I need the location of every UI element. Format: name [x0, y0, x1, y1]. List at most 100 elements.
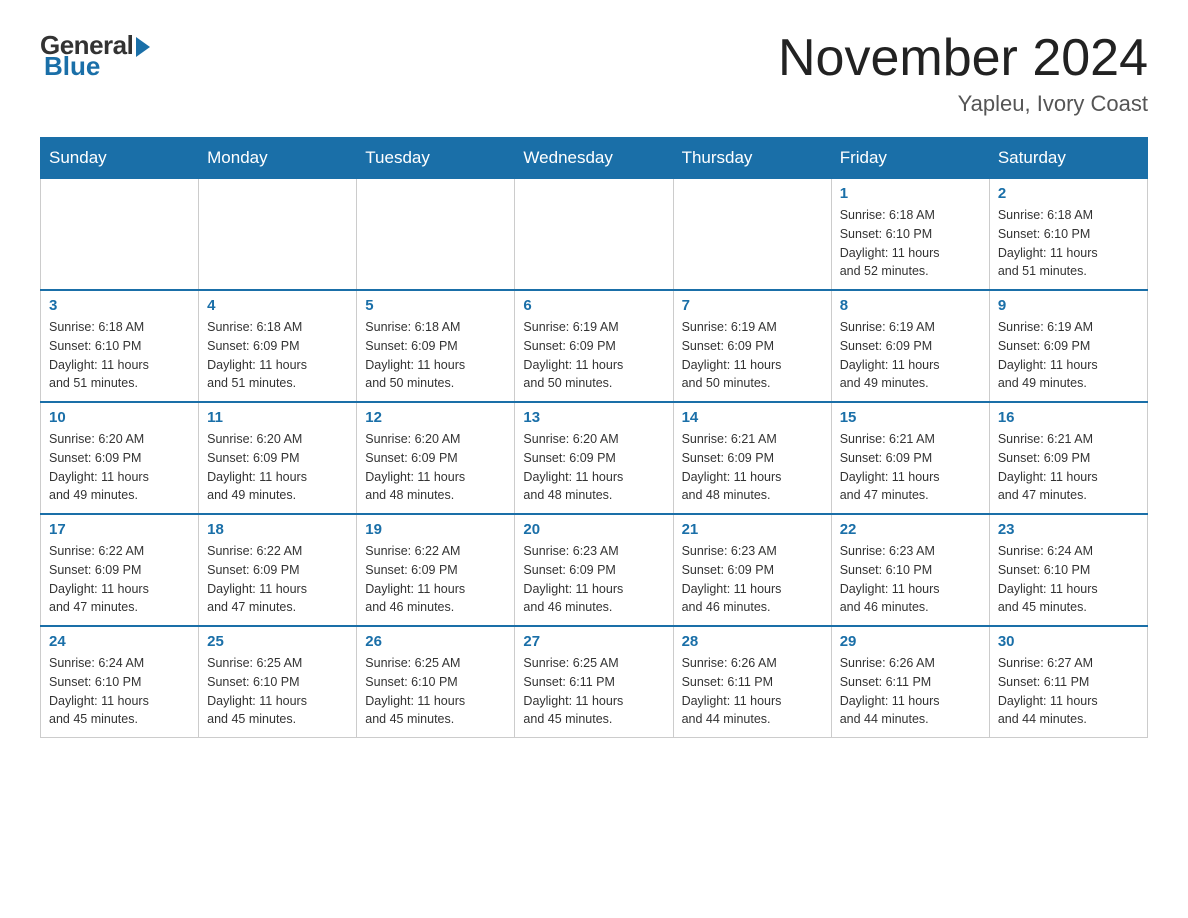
- weekday-header-tuesday: Tuesday: [357, 138, 515, 179]
- calendar-cell: 13 Sunrise: 6:20 AMSunset: 6:09 PMDayligh…: [515, 402, 673, 514]
- calendar-cell: 30 Sunrise: 6:27 AMSunset: 6:11 PMDayligh…: [989, 626, 1147, 738]
- day-number: 11: [207, 409, 348, 426]
- day-info: Sunrise: 6:21 AMSunset: 6:09 PMDaylight:…: [682, 430, 823, 505]
- calendar-cell: 17Sunrise: 6:22 AMSunset: 6:09 PMDayligh…: [41, 514, 199, 626]
- day-info: Sunrise: 6:19 AMSunset: 6:09 PMDaylight:…: [682, 318, 823, 393]
- calendar-cell: 29 Sunrise: 6:26 AMSunset: 6:11 PMDayligh…: [831, 626, 989, 738]
- calendar-cell: 28 Sunrise: 6:26 AMSunset: 6:11 PMDayligh…: [673, 626, 831, 738]
- day-info: Sunrise: 6:18 AMSunset: 6:09 PMDaylight:…: [365, 318, 506, 393]
- day-info: Sunrise: 6:22 AMSunset: 6:09 PMDaylight:…: [207, 542, 348, 617]
- day-info: Sunrise: 6:23 AMSunset: 6:09 PMDaylight:…: [523, 542, 664, 617]
- day-number: 15: [840, 409, 981, 426]
- calendar-cell: 7 Sunrise: 6:19 AMSunset: 6:09 PMDaylight…: [673, 290, 831, 402]
- day-info: Sunrise: 6:18 AMSunset: 6:10 PMDaylight:…: [998, 206, 1139, 281]
- weekday-header-thursday: Thursday: [673, 138, 831, 179]
- calendar-cell: 20 Sunrise: 6:23 AMSunset: 6:09 PMDayligh…: [515, 514, 673, 626]
- day-info: Sunrise: 6:25 AMSunset: 6:11 PMDaylight:…: [523, 654, 664, 729]
- day-number: 10: [49, 409, 190, 426]
- calendar-cell: 8 Sunrise: 6:19 AMSunset: 6:09 PMDaylight…: [831, 290, 989, 402]
- day-number: 17: [49, 521, 190, 538]
- weekday-header-friday: Friday: [831, 138, 989, 179]
- calendar-cell: 23 Sunrise: 6:24 AMSunset: 6:10 PMDayligh…: [989, 514, 1147, 626]
- calendar-cell: 4Sunrise: 6:18 AMSunset: 6:09 PMDaylight…: [199, 290, 357, 402]
- week-row-2: 3 Sunrise: 6:18 AMSunset: 6:10 PMDaylight…: [41, 290, 1148, 402]
- week-row-4: 17 Sunrise: 6:22 AMSunset: 6:09 PMDayligh…: [41, 514, 1148, 626]
- logo-blue-text: Blue: [44, 51, 100, 82]
- day-number: 5: [365, 297, 506, 314]
- calendar-cell: 9Sunrise: 6:19 AMSunset: 6:09 PMDaylight…: [989, 290, 1147, 402]
- day-info: Sunrise: 6:18 AMSunset: 6:09 PMDaylight:…: [207, 318, 348, 393]
- day-info: Sunrise: 6:23 AMSunset: 6:09 PMDaylight:…: [682, 542, 823, 617]
- day-number: 18: [207, 521, 348, 538]
- day-number: 22: [840, 521, 981, 538]
- calendar-cell: 10 Sunrise: 6:20 AMSunset: 6:09 PMDayligh…: [41, 402, 199, 514]
- calendar-cell: [515, 179, 673, 291]
- day-info: Sunrise: 6:27 AMSunset: 6:11 PMDaylight:…: [998, 654, 1139, 729]
- day-info: Sunrise: 6:24 AMSunset: 6:10 PMDaylight:…: [49, 654, 190, 729]
- day-info: Sunrise: 6:19 AMSunset: 6:09 PMDaylight:…: [840, 318, 981, 393]
- day-info: Sunrise: 6:25 AMSunset: 6:10 PMDaylight:…: [365, 654, 506, 729]
- calendar-cell: 11Sunrise: 6:20 AMSunset: 6:09 PMDayligh…: [199, 402, 357, 514]
- day-info: Sunrise: 6:21 AMSunset: 6:09 PMDaylight:…: [998, 430, 1139, 505]
- calendar-cell: 21 Sunrise: 6:23 AMSunset: 6:09 PMDayligh…: [673, 514, 831, 626]
- day-number: 3: [49, 297, 190, 314]
- day-number: 24: [49, 633, 190, 650]
- day-number: 9: [998, 297, 1139, 314]
- day-number: 6: [523, 297, 664, 314]
- day-number: 29: [840, 633, 981, 650]
- calendar-cell: 6 Sunrise: 6:19 AMSunset: 6:09 PMDaylight…: [515, 290, 673, 402]
- day-number: 13: [523, 409, 664, 426]
- day-number: 21: [682, 521, 823, 538]
- page-subtitle: Yapleu, Ivory Coast: [778, 91, 1148, 117]
- title-block: November 2024 Yapleu, Ivory Coast: [778, 30, 1148, 117]
- day-info: Sunrise: 6:20 AMSunset: 6:09 PMDaylight:…: [49, 430, 190, 505]
- day-info: Sunrise: 6:24 AMSunset: 6:10 PMDaylight:…: [998, 542, 1139, 617]
- day-info: Sunrise: 6:20 AMSunset: 6:09 PMDaylight:…: [365, 430, 506, 505]
- day-number: 16: [998, 409, 1139, 426]
- day-number: 14: [682, 409, 823, 426]
- calendar-table: SundayMondayTuesdayWednesdayThursdayFrid…: [40, 137, 1148, 738]
- day-info: Sunrise: 6:18 AMSunset: 6:10 PMDaylight:…: [840, 206, 981, 281]
- day-number: 28: [682, 633, 823, 650]
- day-info: Sunrise: 6:19 AMSunset: 6:09 PMDaylight:…: [523, 318, 664, 393]
- day-info: Sunrise: 6:26 AMSunset: 6:11 PMDaylight:…: [840, 654, 981, 729]
- calendar-cell: [673, 179, 831, 291]
- weekday-header-monday: Monday: [199, 138, 357, 179]
- weekday-header-row: SundayMondayTuesdayWednesdayThursdayFrid…: [41, 138, 1148, 179]
- day-number: 1: [840, 185, 981, 202]
- calendar-cell: [199, 179, 357, 291]
- day-info: Sunrise: 6:26 AMSunset: 6:11 PMDaylight:…: [682, 654, 823, 729]
- day-number: 2: [998, 185, 1139, 202]
- day-info: Sunrise: 6:25 AMSunset: 6:10 PMDaylight:…: [207, 654, 348, 729]
- day-info: Sunrise: 6:20 AMSunset: 6:09 PMDaylight:…: [523, 430, 664, 505]
- calendar-cell: 19 Sunrise: 6:22 AMSunset: 6:09 PMDayligh…: [357, 514, 515, 626]
- weekday-header-wednesday: Wednesday: [515, 138, 673, 179]
- calendar-cell: 3 Sunrise: 6:18 AMSunset: 6:10 PMDaylight…: [41, 290, 199, 402]
- calendar-cell: 16 Sunrise: 6:21 AMSunset: 6:09 PMDayligh…: [989, 402, 1147, 514]
- page-header: General Blue November 2024 Yapleu, Ivory…: [40, 30, 1148, 117]
- day-number: 7: [682, 297, 823, 314]
- day-info: Sunrise: 6:18 AMSunset: 6:10 PMDaylight:…: [49, 318, 190, 393]
- week-row-1: 1 Sunrise: 6:18 AMSunset: 6:10 PMDaylight…: [41, 179, 1148, 291]
- day-info: Sunrise: 6:22 AMSunset: 6:09 PMDaylight:…: [365, 542, 506, 617]
- calendar-cell: 14 Sunrise: 6:21 AMSunset: 6:09 PMDayligh…: [673, 402, 831, 514]
- week-row-3: 10 Sunrise: 6:20 AMSunset: 6:09 PMDayligh…: [41, 402, 1148, 514]
- day-number: 12: [365, 409, 506, 426]
- calendar-cell: [357, 179, 515, 291]
- day-number: 20: [523, 521, 664, 538]
- day-number: 8: [840, 297, 981, 314]
- calendar-cell: 5 Sunrise: 6:18 AMSunset: 6:09 PMDaylight…: [357, 290, 515, 402]
- day-number: 19: [365, 521, 506, 538]
- calendar-cell: 22Sunrise: 6:23 AMSunset: 6:10 PMDayligh…: [831, 514, 989, 626]
- day-number: 26: [365, 633, 506, 650]
- week-row-5: 24 Sunrise: 6:24 AMSunset: 6:10 PMDayligh…: [41, 626, 1148, 738]
- day-number: 23: [998, 521, 1139, 538]
- calendar-cell: 27 Sunrise: 6:25 AMSunset: 6:11 PMDayligh…: [515, 626, 673, 738]
- day-number: 27: [523, 633, 664, 650]
- day-number: 30: [998, 633, 1139, 650]
- calendar-cell: 15Sunrise: 6:21 AMSunset: 6:09 PMDayligh…: [831, 402, 989, 514]
- weekday-header-sunday: Sunday: [41, 138, 199, 179]
- day-number: 25: [207, 633, 348, 650]
- logo-arrow-icon: [136, 37, 150, 57]
- page-title: November 2024: [778, 30, 1148, 87]
